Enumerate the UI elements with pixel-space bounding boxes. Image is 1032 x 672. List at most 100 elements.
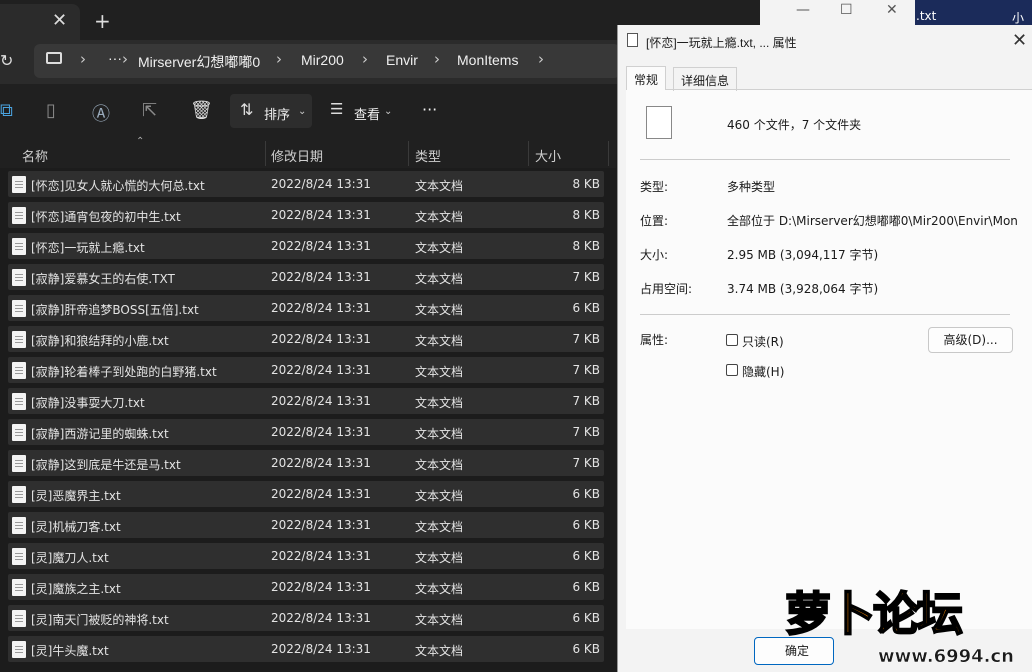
text-file-icon <box>12 176 26 193</box>
paste-icon[interactable]: ▯ <box>46 100 56 121</box>
advanced-button[interactable]: 高级(D)... <box>928 327 1013 353</box>
text-file-icon <box>12 207 26 224</box>
column-divider[interactable] <box>608 141 609 166</box>
file-size: 6 KB <box>572 580 600 594</box>
breadcrumb-item[interactable]: Mirserver幻想嘟嘟0 <box>138 52 260 72</box>
file-name: [灵]魔刀人.txt <box>31 551 109 565</box>
file-name: [寂静]肝帝追梦BOSS[五倍].txt <box>31 303 199 317</box>
text-file-icon <box>12 424 26 441</box>
file-name: [怀恋]通宵包夜的初中生.txt <box>31 210 181 224</box>
file-name: [灵]机械刀客.txt <box>31 520 121 534</box>
file-type: 文本文档 <box>415 241 464 255</box>
view-icon[interactable]: ☰ <box>330 100 343 118</box>
file-name: [寂静]轮着棒子到处跑的白野猪.txt <box>31 365 217 379</box>
share-icon[interactable]: ⇱ <box>142 100 157 121</box>
file-date: 2022/8/24 13:31 <box>271 425 371 439</box>
file-name: [寂静]和狼结拜的小鹿.txt <box>31 334 169 348</box>
column-divider[interactable] <box>408 141 409 166</box>
breadcrumb-item[interactable]: MonItems <box>457 52 518 68</box>
view-button[interactable]: 查看 <box>354 104 380 123</box>
breadcrumb-item[interactable]: Envir <box>386 52 418 68</box>
file-size: 6 KB <box>572 301 600 315</box>
refresh-icon[interactable]: ↻ <box>0 51 13 70</box>
file-date: 2022/8/24 13:31 <box>271 394 371 408</box>
readonly-checkbox[interactable] <box>726 334 738 346</box>
file-type: 文本文档 <box>415 582 464 596</box>
column-name[interactable]: 名称 <box>22 146 48 165</box>
tab-general[interactable]: 常规 <box>626 66 667 90</box>
file-type: 文本文档 <box>415 303 464 317</box>
background-right-label: 小 <box>1012 11 1025 25</box>
selection-summary: 460 个文件，7 个文件夹 <box>727 118 862 132</box>
watermark-site: www.6994.cn <box>878 646 1015 668</box>
dialog-title: [怀恋]一玩就上瘾.txt, ... 属性 <box>646 36 797 50</box>
column-date[interactable]: 修改日期 <box>271 146 323 165</box>
file-type: 文本文档 <box>415 551 464 565</box>
sort-up-icon: ⌃ <box>136 136 145 147</box>
chevron-right-icon: › <box>362 50 368 68</box>
sort-icon: ⇅ <box>240 100 254 119</box>
file-name: [寂静]没事耍大刀.txt <box>31 396 145 410</box>
minimize-icon[interactable]: — <box>796 2 810 18</box>
copy-icon[interactable]: ⧉ <box>0 100 13 121</box>
file-type: 文本文档 <box>415 520 464 534</box>
dialog-close-icon[interactable]: ✕ <box>1012 30 1027 51</box>
file-name: [灵]南天门被贬的神将.txt <box>31 613 169 627</box>
file-name: [灵]魔族之主.txt <box>31 582 121 596</box>
close-icon[interactable]: ✕ <box>886 2 898 18</box>
attributes-label: 属性: <box>640 333 669 347</box>
chevron-right-icon: › <box>434 50 440 68</box>
tab-close-icon[interactable]: ✕ <box>52 10 67 31</box>
file-type: 文本文档 <box>415 644 464 658</box>
maximize-icon[interactable]: ☐ <box>840 2 853 18</box>
new-tab-icon[interactable]: + <box>94 9 111 33</box>
text-file-icon <box>12 610 26 627</box>
general-panel <box>626 89 1032 629</box>
multiple-files-icon <box>646 106 672 139</box>
file-name: [寂静]西游记里的蜘蛛.txt <box>31 427 169 441</box>
text-file-icon <box>12 393 26 410</box>
file-size: 7 KB <box>572 363 600 377</box>
file-size: 8 KB <box>572 177 600 191</box>
text-file-icon <box>12 641 26 658</box>
file-size: 7 KB <box>572 394 600 408</box>
file-size: 7 KB <box>572 456 600 470</box>
file-size: 6 KB <box>572 642 600 656</box>
file-date: 2022/8/24 13:31 <box>271 487 371 501</box>
explorer-tab[interactable] <box>0 4 80 40</box>
file-date: 2022/8/24 13:31 <box>271 611 371 625</box>
file-size: 7 KB <box>572 425 600 439</box>
delete-icon[interactable]: 🗑 <box>190 100 213 121</box>
text-file-icon <box>12 579 26 596</box>
file-type: 文本文档 <box>415 210 464 224</box>
more-options-button[interactable]: ··· <box>422 100 437 119</box>
hidden-label: 隐藏(H) <box>742 365 785 379</box>
file-type: 文本文档 <box>415 179 464 193</box>
hidden-checkbox[interactable] <box>726 364 738 376</box>
rename-icon[interactable]: Ⓐ <box>92 100 110 126</box>
file-type: 文本文档 <box>415 334 464 348</box>
file-date: 2022/8/24 13:31 <box>271 239 371 253</box>
column-type[interactable]: 类型 <box>415 146 441 165</box>
file-size: 7 KB <box>572 332 600 346</box>
text-file-icon <box>12 517 26 534</box>
file-type: 文本文档 <box>415 489 464 503</box>
column-divider[interactable] <box>528 141 529 166</box>
column-divider[interactable] <box>265 141 266 166</box>
chevron-down-icon: ⌄ <box>384 106 393 117</box>
breadcrumb-item[interactable]: Mir200 <box>301 52 344 68</box>
size-on-disk-label: 占用空间: <box>640 282 693 296</box>
breadcrumb-more[interactable]: ··· <box>108 50 122 66</box>
file-type: 文本文档 <box>415 427 464 441</box>
tab-details[interactable]: 详细信息 <box>673 67 738 91</box>
chevron-right-icon: › <box>276 50 282 68</box>
chevron-down-icon: ⌄ <box>298 106 307 117</box>
divider <box>640 314 1010 315</box>
file-size: 8 KB <box>572 208 600 222</box>
file-date: 2022/8/24 13:31 <box>271 549 371 563</box>
column-size[interactable]: 大小 <box>535 146 561 165</box>
text-file-icon <box>12 362 26 379</box>
file-name: [怀恋]一玩就上瘾.txt <box>31 241 145 255</box>
this-pc-icon <box>46 52 62 64</box>
text-file-icon <box>12 300 26 317</box>
